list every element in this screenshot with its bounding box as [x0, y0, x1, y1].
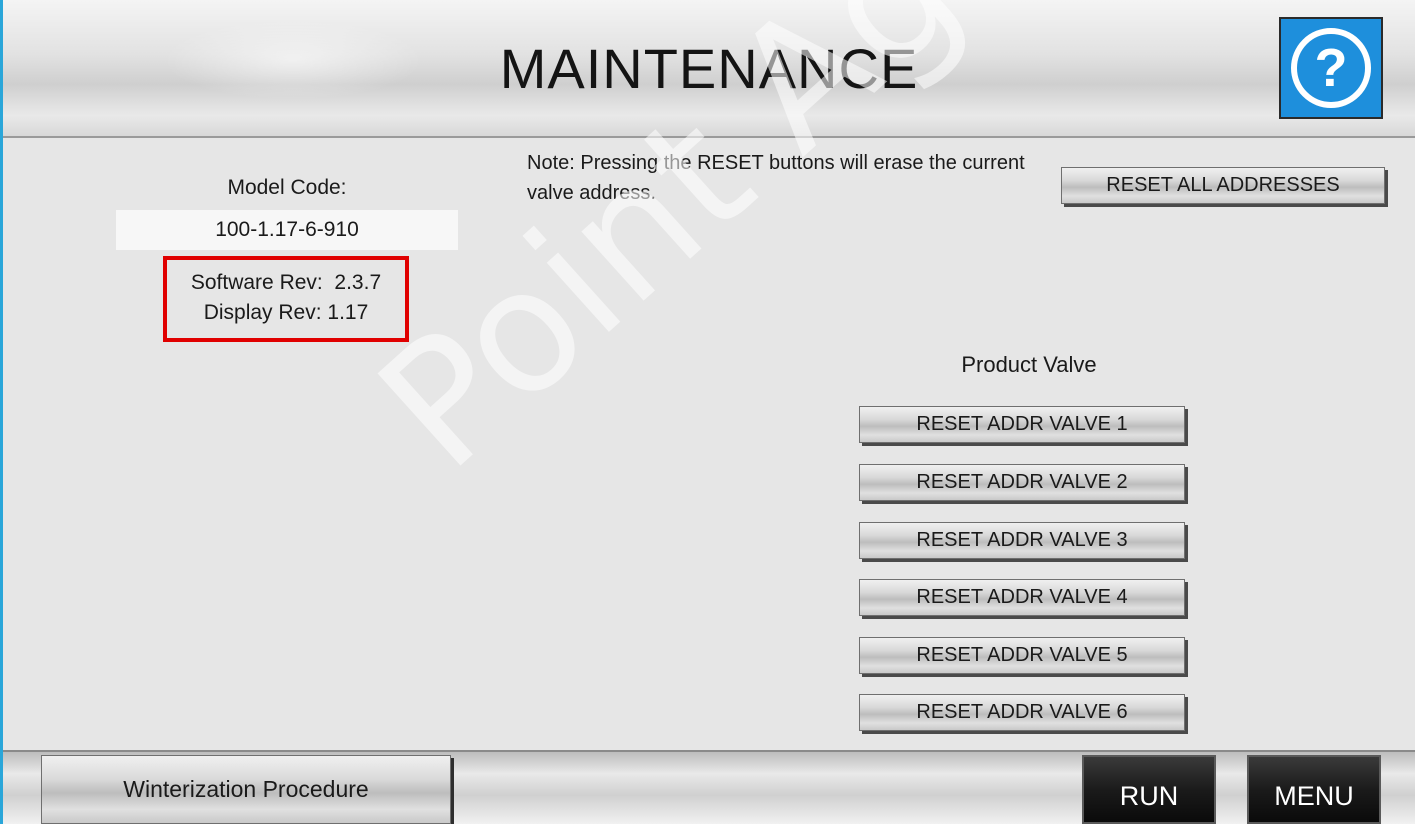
reset-addr-valve-label: RESET ADDR VALVE 6: [916, 700, 1128, 723]
reset-addr-valve-2-button[interactable]: RESET ADDR VALVE 2: [859, 464, 1185, 501]
run-button[interactable]: RUN: [1082, 755, 1216, 824]
reset-addr-valve-3-button[interactable]: RESET ADDR VALVE 3: [859, 522, 1185, 559]
menu-label: MENU: [1274, 781, 1354, 811]
winterization-procedure-label: Winterization Procedure: [123, 775, 369, 802]
model-code-value: 100-1.17-6-910: [116, 210, 458, 250]
run-label: RUN: [1119, 781, 1179, 811]
menu-button[interactable]: MENU: [1247, 755, 1381, 824]
reset-addr-valve-1-button[interactable]: RESET ADDR VALVE 1: [859, 406, 1185, 443]
header-bar: MAINTENANCE ?: [3, 0, 1415, 138]
reset-all-addresses-label: RESET ALL ADDRESSES: [1106, 173, 1340, 196]
product-valve-heading: Product Valve: [961, 352, 1097, 377]
help-button[interactable]: ?: [1279, 17, 1383, 119]
reset-note: Note: Pressing the RESET buttons will er…: [527, 152, 1025, 204]
reset-addr-valve-6-button[interactable]: RESET ADDR VALVE 6: [859, 694, 1185, 731]
reset-addr-valve-label: RESET ADDR VALVE 5: [916, 643, 1128, 666]
reset-addr-valve-5-button[interactable]: RESET ADDR VALVE 5: [859, 637, 1185, 674]
help-question-icon: ?: [1291, 28, 1371, 108]
reset-addr-valve-label: RESET ADDR VALVE 2: [916, 470, 1128, 493]
reset-addr-valve-label: RESET ADDR VALVE 3: [916, 528, 1128, 551]
reset-addr-valve-label: RESET ADDR VALVE 1: [916, 412, 1128, 435]
model-code-label: Model Code:: [227, 176, 347, 199]
reset-all-addresses-button[interactable]: RESET ALL ADDRESSES: [1061, 167, 1385, 204]
software-rev-text: Software Rev: 2.3.7: [190, 271, 382, 294]
page-title: MAINTENANCE: [499, 37, 919, 100]
display-rev-text: Display Rev: 1.17: [203, 301, 369, 324]
revision-highlight-box: Software Rev: 2.3.7 Display Rev: 1.17: [163, 256, 409, 342]
winterization-procedure-button[interactable]: Winterization Procedure: [41, 755, 451, 824]
maintenance-screen: MAINTENANCE ? Model Code: 100-1.17-6-910…: [0, 0, 1415, 824]
reset-addr-valve-4-button[interactable]: RESET ADDR VALVE 4: [859, 579, 1185, 616]
reset-addr-valve-label: RESET ADDR VALVE 4: [916, 585, 1128, 608]
